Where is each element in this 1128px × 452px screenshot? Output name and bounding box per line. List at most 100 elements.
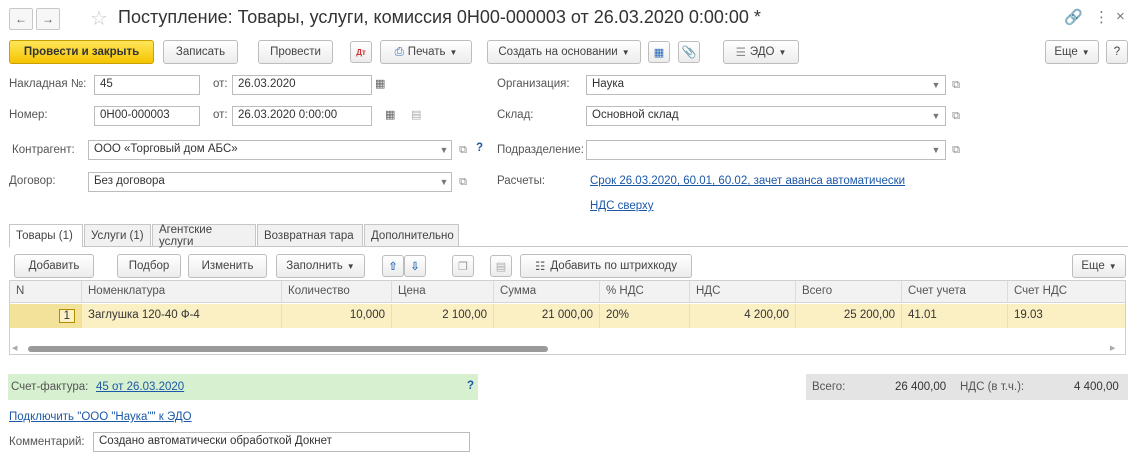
organization-open-icon[interactable]: ⧉: [948, 75, 964, 95]
move-up-button[interactable]: ⇧: [382, 255, 404, 277]
warehouse-field[interactable]: Основной склад: [586, 106, 946, 126]
number-field[interactable]: 0Н00-000003: [94, 106, 200, 126]
tab-returnable-containers[interactable]: Возвратная тара: [257, 224, 363, 246]
dt-kt-icon: Дт: [356, 47, 366, 57]
star-icon[interactable]: ☆: [90, 6, 108, 31]
column-header-vat[interactable]: НДС: [690, 281, 796, 303]
organization-field[interactable]: Наука: [586, 75, 946, 95]
move-down-button[interactable]: ⇩: [404, 255, 426, 277]
tab-additional[interactable]: Дополнительно: [364, 224, 459, 246]
chevron-down-icon: ▼: [931, 80, 941, 90]
table-cell-price[interactable]: 2 100,00: [392, 304, 494, 328]
tab-goods[interactable]: Товары (1): [9, 224, 83, 247]
tab-services[interactable]: Услуги (1): [84, 224, 151, 246]
column-header-price[interactable]: Цена: [392, 281, 494, 303]
warehouse-open-icon[interactable]: ⧉: [948, 106, 964, 126]
subdivision-dropdown[interactable]: ▼: [928, 140, 944, 160]
tab-agent-services[interactable]: Агентские услуги: [152, 224, 256, 248]
subdivision-open-icon[interactable]: ⧉: [948, 140, 964, 160]
scroll-right-icon[interactable]: ▶: [1110, 344, 1115, 352]
column-header-n[interactable]: N: [10, 281, 82, 303]
column-header-total[interactable]: Всего: [796, 281, 902, 303]
counterparty-field[interactable]: ООО «Торговый дом АБС»: [88, 140, 452, 160]
organization-dropdown[interactable]: ▼: [928, 75, 944, 95]
contract-field[interactable]: Без договора: [88, 172, 452, 192]
table-cell-account[interactable]: 41.01: [902, 304, 1008, 328]
invoice-number-field[interactable]: 45: [94, 75, 200, 95]
write-button[interactable]: Записать: [163, 40, 238, 64]
counterparty-dropdown[interactable]: ▼: [436, 140, 452, 160]
counterparty-open-icon[interactable]: ⧉: [455, 140, 471, 160]
comment-field[interactable]: Создано автоматически обработкой Докнет: [93, 432, 470, 452]
structure-icon: ▦: [653, 46, 665, 59]
warehouse-label: Склад:: [497, 109, 534, 121]
column-header-nomenclature[interactable]: Номенклатура: [82, 281, 282, 303]
table-cell-vat[interactable]: 4 200,00: [690, 304, 796, 328]
table-cell-nomenclature[interactable]: Заглушка 120-40 Ф-4: [82, 304, 282, 328]
delete-row-button[interactable]: ▤: [490, 255, 512, 277]
structure-button[interactable]: ▦: [648, 41, 670, 63]
vat-on-top-link[interactable]: НДС сверху: [590, 200, 654, 212]
post-and-close-button[interactable]: Провести и закрыть: [9, 40, 154, 64]
table-cell-quantity[interactable]: 10,000: [282, 304, 392, 328]
contract-open-icon[interactable]: ⧉: [455, 172, 471, 192]
chevron-down-icon: ▼: [1108, 261, 1117, 271]
close-icon[interactable]: ×: [1116, 8, 1125, 25]
fill-button[interactable]: Заполнить ▼: [276, 254, 365, 278]
attach-button[interactable]: 📎: [678, 41, 700, 63]
horizontal-scrollbar[interactable]: [28, 346, 548, 352]
counterparty-help-icon[interactable]: ?: [476, 142, 483, 154]
invoice-date-field[interactable]: 26.03.2020: [232, 75, 372, 95]
column-header-vat-account[interactable]: Счет НДС: [1008, 281, 1125, 303]
calendar-icon[interactable]: ▦: [375, 77, 385, 90]
settlements-link[interactable]: Срок 26.03.2020, 60.01, 60.02, зачет ава…: [590, 175, 905, 187]
edo-button[interactable]: ☰ ЭДО ▼: [723, 40, 799, 64]
kebab-icon[interactable]: ⋮: [1094, 8, 1109, 26]
print-label: Печать: [407, 46, 446, 58]
column-header-quantity[interactable]: Количество: [282, 281, 392, 303]
table-cell-n[interactable]: 1: [10, 304, 82, 328]
forward-button[interactable]: →: [36, 8, 60, 30]
arrow-right-icon: →: [42, 12, 54, 26]
number-date-label: от:: [213, 109, 228, 121]
number-date-field[interactable]: 26.03.2020 0:00:00: [232, 106, 372, 126]
pick-button[interactable]: Подбор: [117, 254, 181, 278]
connect-edo-link[interactable]: Подключить "ООО "Наука"" к ЭДО: [9, 411, 192, 423]
add-button[interactable]: Добавить: [14, 254, 94, 278]
link-icon[interactable]: 🔗: [1064, 8, 1083, 26]
invoice-help-icon[interactable]: ?: [467, 380, 474, 392]
vat-included-label: НДС (в т.ч.):: [960, 381, 1025, 393]
create-based-on-button[interactable]: Создать на основании ▼: [487, 40, 641, 64]
print-button[interactable]: ⎙ Печать ▼: [380, 40, 472, 64]
scroll-left-icon[interactable]: ◀: [12, 344, 17, 352]
change-button[interactable]: Изменить: [188, 254, 267, 278]
copy-row-button[interactable]: ❐: [452, 255, 474, 277]
more-button[interactable]: Еще ▼: [1045, 40, 1099, 64]
column-header-account[interactable]: Счет учета: [902, 281, 1008, 303]
table-cell-vat-account[interactable]: 19.03: [1008, 304, 1125, 328]
goods-table[interactable]: N Номенклатура Количество Цена Сумма % Н…: [9, 280, 1126, 355]
barcode-icon: ☷: [535, 261, 546, 273]
subdivision-field[interactable]: [586, 140, 946, 160]
column-header-sum[interactable]: Сумма: [494, 281, 600, 303]
chevron-down-icon: ▼: [931, 111, 941, 121]
table-cell-total[interactable]: 25 200,00: [796, 304, 902, 328]
dt-kt-button[interactable]: Дт: [350, 41, 372, 63]
table-cell-vat-rate[interactable]: 20%: [600, 304, 690, 328]
invoice-number-label: Накладная №:: [9, 78, 87, 90]
column-header-vat-rate[interactable]: % НДС: [600, 281, 690, 303]
table-cell-sum[interactable]: 21 000,00: [494, 304, 600, 328]
table-more-button[interactable]: Еще ▼: [1072, 254, 1126, 278]
contract-dropdown[interactable]: ▼: [436, 172, 452, 192]
fill-label: Заполнить: [286, 260, 343, 272]
help-button[interactable]: ?: [1106, 40, 1128, 64]
history-icon[interactable]: ▤: [411, 108, 421, 121]
add-by-barcode-button[interactable]: ☷ Добавить по штрихкоду: [520, 254, 692, 278]
warehouse-dropdown[interactable]: ▼: [928, 106, 944, 126]
invoice-link[interactable]: 45 от 26.03.2020: [96, 381, 184, 393]
back-button[interactable]: ←: [9, 8, 33, 30]
calendar-icon[interactable]: ▦: [385, 108, 395, 121]
post-button[interactable]: Провести: [258, 40, 333, 64]
arrow-down-icon: ⇩: [410, 261, 420, 273]
comment-label: Комментарий:: [9, 436, 85, 448]
